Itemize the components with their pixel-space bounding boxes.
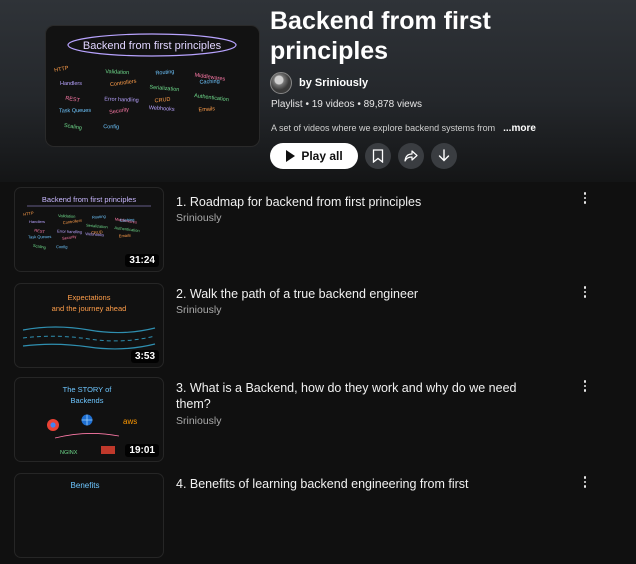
owner-name[interactable]: by Sriniously [299,77,368,89]
list-item[interactable]: Benefits 4. Benefits of learning backend… [0,474,636,564]
thumb-word: Emails [119,233,131,239]
thumb-word: Serialization [86,223,108,230]
video-thumbnail[interactable]: Expectations and the journey ahead 3:53 [15,284,163,367]
video-thumbnail[interactable]: Backend from first principles HTTP Valida… [15,188,163,271]
thumb-word: Handlers [60,81,82,87]
video-title[interactable]: 1. Roadmap for backend from first princi… [176,194,548,210]
playlist-thumbnail-art: Backend from first principles HTTP Valida… [54,33,237,132]
bookmark-icon [372,149,384,163]
thumb-word: Config [103,124,119,130]
svg-text:and the journey ahead: and the journey ahead [52,304,127,313]
thumb-word: Security [109,107,130,116]
playlist-owner[interactable]: by Sriniously [270,72,368,94]
video-thumbnail[interactable]: Benefits [15,474,163,557]
download-button[interactable] [431,143,457,169]
thumb-word: Serialization [149,85,179,94]
svg-text:Expectations: Expectations [68,293,111,302]
svg-text:aws: aws [123,417,137,426]
thumb-word: Controllers [62,218,82,226]
svg-text:NGINX: NGINX [60,450,78,456]
thumb-word: Task Queues [59,108,91,115]
thumb-word: Authentication [194,93,229,103]
download-icon [438,149,450,162]
thumb-word: HTTP [54,65,70,73]
share-icon [404,150,418,162]
thumb-word: HTTP [23,210,34,217]
video-title[interactable]: 3. What is a Backend, how do they work a… [176,380,548,412]
thumb-word: Webhooks [85,231,104,237]
thumb-word: Caching [120,217,135,223]
more-options-icon[interactable] [578,474,592,490]
more-options-icon[interactable] [578,190,592,206]
playlist-description: A set of videos where we explore backend… [271,123,536,134]
thumb-word: Caching [199,79,219,86]
thumb-word: Emails [198,106,215,113]
thumb-word: Scaling [63,123,82,132]
thumb-word: Security [62,234,77,241]
video-channel[interactable]: Sriniously [176,212,222,224]
playlist-actions: Play all [270,143,457,169]
more-options-icon[interactable] [578,284,592,300]
svg-text:Benefits: Benefits [71,481,100,490]
more-options-icon[interactable] [578,378,592,394]
playlist-thumbnail[interactable]: Backend from first principles HTTP Valida… [46,26,259,146]
thumb-word: Webhooks [149,105,175,113]
thumb-word: Config [56,244,68,249]
playlist-title: Backend from first principles [270,7,491,65]
share-button[interactable] [398,143,424,169]
thumb-word: Task Queues [28,234,51,239]
video-thumbnail[interactable]: The STORY of Backends aws NGINX 19:01 [15,378,163,461]
thumb-word: REST [65,96,81,105]
play-icon [286,150,296,162]
video-channel[interactable]: Sriniously [176,415,222,427]
thumb-word: Handlers [29,219,45,224]
thumb-word: Controllers [110,79,137,89]
thumb-word: Scaling [33,243,47,250]
svg-text:Backends: Backends [71,396,104,405]
thumb-word: Error handling [104,97,139,104]
thumbnail-art: Benefits [71,481,100,490]
thumb-word: Validation [105,69,129,76]
playlist-header: Backend from first principles HTTP Valida… [0,0,636,182]
svg-text:The STORY of: The STORY of [63,385,113,394]
list-item[interactable]: Backend from first principles HTTP Valida… [0,188,636,278]
more-link[interactable]: ...more [503,123,536,134]
avatar[interactable] [270,72,292,94]
list-item[interactable]: Expectations and the journey ahead 3:53 … [0,284,636,374]
save-button[interactable] [365,143,391,169]
thumb-word: Error handling [57,229,82,235]
description-text: A set of videos where we explore backend… [271,123,496,133]
video-duration: 3:53 [130,350,159,363]
list-item[interactable]: The STORY of Backends aws NGINX 19:01 3.… [0,378,636,468]
play-all-label: Play all [301,149,343,163]
video-duration: 31:24 [125,254,159,267]
thumb-word: CRUD [154,97,170,105]
video-title[interactable]: 2. Walk the path of a true backend engin… [176,286,548,302]
playlist-meta: Playlist • 19 videos • 89,878 views [271,99,422,110]
thumb-word: Routing [155,69,174,77]
thumb-word: Routing [92,214,106,220]
play-all-button[interactable]: Play all [270,143,358,169]
video-duration: 19:01 [125,444,159,457]
svg-text:Backend from first principles: Backend from first principles [42,195,136,204]
thumb-heading: Backend from first principles [83,40,222,52]
video-channel[interactable]: Sriniously [176,304,222,316]
